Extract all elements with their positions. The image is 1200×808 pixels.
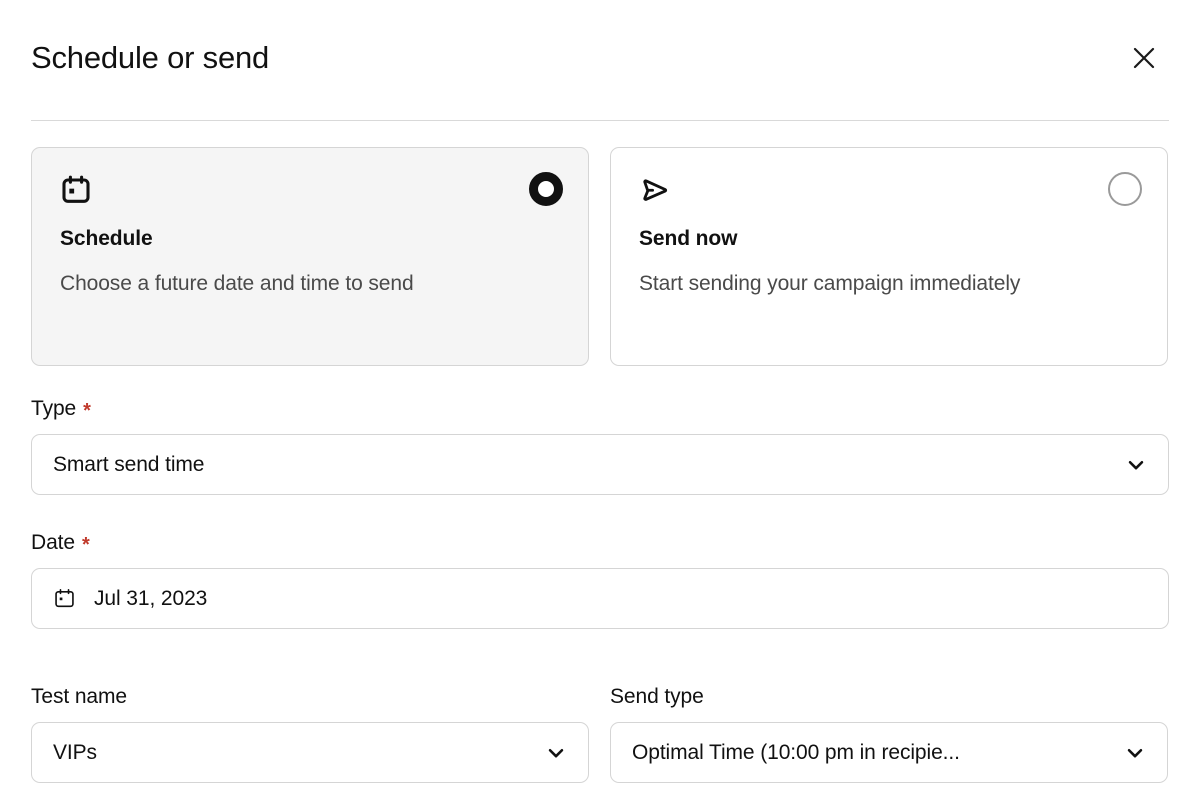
close-button[interactable] [1124, 38, 1164, 78]
bottom-field-row: Test name VIPs Send type Optimal Time (1… [31, 684, 1169, 783]
send-type-select[interactable]: Optimal Time (10:00 pm in recipie... [610, 722, 1168, 783]
option-card-title: Send now [639, 226, 1139, 252]
date-input[interactable]: Jul 31, 2023 [31, 568, 1169, 629]
date-label-row: Date * [31, 530, 1169, 556]
type-field-group: Type * Smart send time [31, 396, 1169, 495]
option-card-send-now[interactable]: Send now Start sending your campaign imm… [610, 147, 1168, 366]
test-name-label-row: Test name [31, 684, 589, 710]
option-card-description: Start sending your campaign immediately [639, 263, 1039, 305]
required-asterisk: * [83, 401, 91, 421]
test-name-select[interactable]: VIPs [31, 722, 589, 783]
send-type-field-group: Send type Optimal Time (10:00 pm in reci… [610, 684, 1168, 783]
radio-send-now[interactable] [1108, 172, 1142, 206]
send-type-label: Send type [610, 684, 704, 710]
test-name-select-value: VIPs [53, 741, 535, 765]
type-select-value: Smart send time [53, 453, 1115, 477]
required-asterisk: * [82, 535, 90, 555]
send-option-cards: Schedule Choose a future date and time t… [31, 147, 1169, 366]
option-card-title: Schedule [60, 226, 560, 252]
test-name-field-group: Test name VIPs [31, 684, 589, 783]
chevron-down-icon [1125, 454, 1147, 476]
calendar-icon [60, 174, 560, 208]
close-icon [1131, 45, 1157, 71]
send-type-label-row: Send type [610, 684, 1168, 710]
chevron-down-icon [545, 742, 567, 764]
test-name-label: Test name [31, 684, 127, 710]
date-label: Date [31, 530, 75, 556]
chevron-down-icon [1124, 742, 1146, 764]
send-type-select-value: Optimal Time (10:00 pm in recipie... [632, 741, 1114, 765]
type-label: Type [31, 396, 76, 422]
date-field-group: Date * Jul 31, 2023 [31, 530, 1169, 629]
type-label-row: Type * [31, 396, 1169, 422]
modal-header: Schedule or send [0, 0, 1200, 120]
calendar-icon [53, 587, 76, 610]
type-select[interactable]: Smart send time [31, 434, 1169, 495]
page-title: Schedule or send [31, 36, 269, 80]
send-icon [639, 174, 1139, 208]
radio-unselected-icon [1108, 172, 1142, 206]
date-input-value: Jul 31, 2023 [94, 587, 1147, 611]
header-divider [31, 120, 1169, 121]
option-card-description: Choose a future date and time to send [60, 263, 460, 305]
option-card-schedule[interactable]: Schedule Choose a future date and time t… [31, 147, 589, 366]
schedule-or-send-modal: Schedule or send Schedule Choose a fut [0, 0, 1200, 808]
radio-selected-icon [529, 172, 563, 206]
radio-schedule[interactable] [529, 172, 563, 206]
